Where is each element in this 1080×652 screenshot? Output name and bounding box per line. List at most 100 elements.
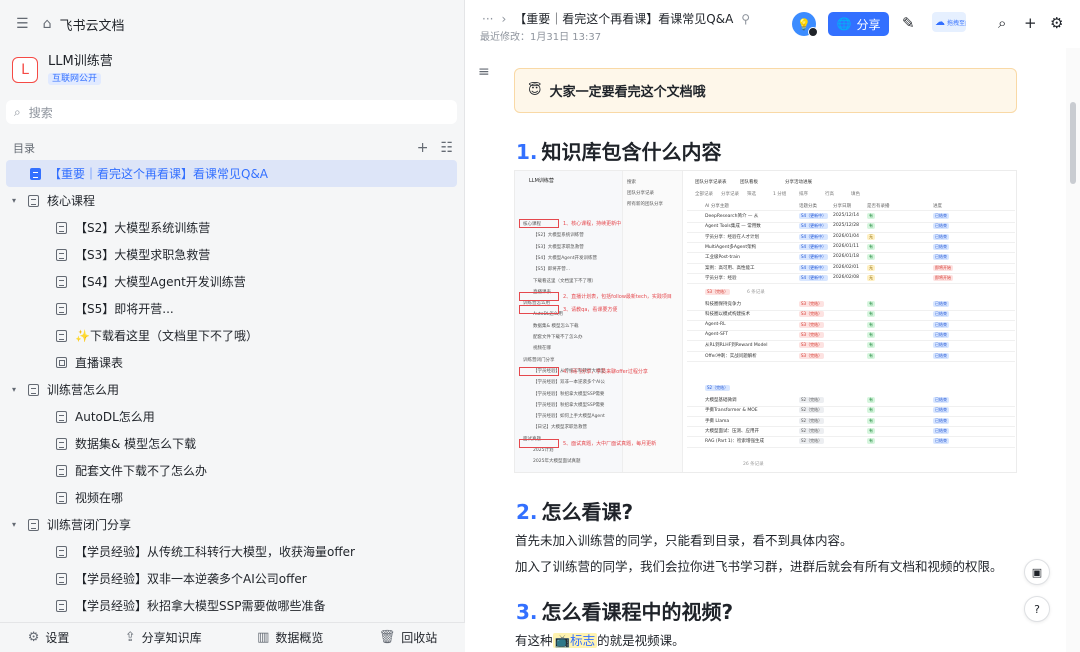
- shot-status-tag: 即将开始: [933, 274, 953, 281]
- pin-icon[interactable]: ⚲: [741, 12, 750, 26]
- sidebar-item[interactable]: ▾ 训练营怎么用: [6, 376, 457, 403]
- section-heading-2: 2. 怎么看课?: [516, 496, 633, 525]
- shot-tab: 分享活动进展: [785, 180, 812, 185]
- shot-status-tag: 已结束: [933, 223, 949, 230]
- home-link[interactable]: ⌂ 飞书云文档: [43, 15, 125, 34]
- comment-icon[interactable]: ▣: [1024, 559, 1050, 585]
- search-input[interactable]: ⌕ 搜索: [6, 100, 457, 124]
- add-icon[interactable]: +: [417, 140, 429, 156]
- shot-sidebar-row: 下载看这里（文档里下不了哦）: [533, 278, 596, 284]
- shot-table-cell: 案例：高可用、高性能工: [705, 265, 755, 271]
- sidebar-item[interactable]: 【学员经验】从传统工科转行大模型，收获海量offer: [6, 538, 457, 565]
- edit-icon[interactable]: ✎: [902, 14, 915, 32]
- sidebar-item[interactable]: 【S2】大模型系统训练营: [6, 214, 457, 241]
- shot-recording-tag: 有: [867, 243, 875, 250]
- shot-toolbar-item: 1 分组: [773, 192, 787, 197]
- sidebar-collapse-icon[interactable]: ☰: [16, 16, 29, 32]
- doc-header: ··· › 【重要｜看完这个再看课】看课常见Q&A ⚲ 最近修改：1月31日 1…: [466, 0, 1080, 48]
- heading-text: 知识库包含什么内容: [541, 140, 722, 164]
- sidebar-item[interactable]: 配套文件下载不了怎么办: [6, 457, 457, 484]
- video-mark: 📺标志: [552, 633, 598, 648]
- more-icon[interactable]: ···: [482, 12, 493, 26]
- shot-recording-tag: 有: [867, 321, 875, 328]
- shot-annotation: 4、闭门分享，学员来聊offer过程分享: [563, 369, 648, 375]
- sidebar-item[interactable]: 数据集& 模型怎么下载: [6, 430, 457, 457]
- shot-table-cell: Agent-RL: [705, 321, 726, 327]
- bottom-item-chart[interactable]: ▥ 数据概览: [257, 629, 323, 646]
- outline-icon[interactable]: ≡: [478, 64, 490, 80]
- shot-category-tag: S3（完结）: [799, 301, 825, 307]
- shot-group-count: 26 条记录: [743, 462, 764, 467]
- bottom-item-label: 设置: [45, 631, 70, 645]
- sidebar-item[interactable]: 【S3】大模型求职急救营: [6, 241, 457, 268]
- sidebar-item[interactable]: 【学员经验】双非一本逆袭多个AI公司offer: [6, 565, 457, 592]
- sidebar-item[interactable]: ▾ 训练营闭门分享: [6, 511, 457, 538]
- shot-divider: [687, 330, 1015, 332]
- shot-status-tag: 已结束: [933, 321, 949, 328]
- sidebar-item[interactable]: 【重要｜看完这个再看课】看课常见Q&A: [6, 160, 457, 187]
- caret-down-icon[interactable]: ▾: [8, 385, 20, 394]
- sidebar-item[interactable]: AutoDL怎么用: [6, 403, 457, 430]
- smile-emoji-icon: 😇: [528, 83, 542, 98]
- shot-divider: [687, 319, 1015, 321]
- shot-table-cell: 手撕 Llama: [705, 418, 730, 424]
- shot-recording-tag: 有: [867, 254, 875, 261]
- shot-sidebar-row: 【S5】即将开营...: [533, 267, 571, 273]
- document-icon: [28, 194, 39, 207]
- bottom-item-share[interactable]: ⇪ 分享知识库: [125, 629, 202, 646]
- sidebar-item[interactable]: 直播课表: [6, 349, 457, 376]
- sidebar-item[interactable]: 视频在哪: [6, 484, 457, 511]
- shot-table-cell: 科技圈保持竞争力: [705, 302, 741, 307]
- tv-emoji-icon: 📺: [554, 633, 571, 648]
- avatar[interactable]: 💡: [792, 12, 818, 37]
- document-icon: [56, 302, 67, 315]
- shot-column-header: 进度: [933, 204, 942, 209]
- sidebar-item[interactable]: 【S4】大模型Agent开发训练营: [6, 268, 457, 295]
- sidebar-item-label: 【重要｜看完这个再看课】看课常见Q&A: [49, 167, 269, 181]
- shot-date-cell: 2026/01/18: [833, 254, 859, 260]
- shot-table-cell: MultiAgent多Agent架构: [705, 244, 757, 250]
- table-icon: [56, 357, 67, 368]
- sidebar-item[interactable]: 【S5】即将开营...: [6, 295, 457, 322]
- share-button[interactable]: 🌐 分享: [828, 12, 889, 36]
- outline-settings-icon[interactable]: ☷: [440, 140, 453, 156]
- caret-down-icon[interactable]: ▾: [8, 196, 20, 205]
- scrollbar-thumb[interactable]: [1070, 102, 1076, 184]
- paragraph-3-suffix: 的就是视频课。: [597, 633, 685, 648]
- section-heading-3: 3. 怎么看课程中的视频?: [516, 596, 733, 625]
- document-icon: [56, 329, 67, 342]
- shot-category-tag: S2（完结）: [799, 427, 825, 434]
- shot-recording-tag: 有: [867, 342, 875, 349]
- shot-table-cell: RAG (Part 1)：检索增强生成: [705, 439, 765, 445]
- upload-promo[interactable]: ☁ 拖拽至此上传: [932, 12, 966, 32]
- sidebar-item[interactable]: ✨下载看这里（文档里下不了哦）: [6, 322, 457, 349]
- bottom-item-trash[interactable]: 🗑 回收站: [379, 629, 438, 646]
- bottom-item-gear[interactable]: ⚙ 设置: [28, 629, 70, 646]
- shot-sidebar-row: 【S4】大模型Agent开发训练营: [533, 255, 598, 261]
- knowledge-base-screenshot[interactable]: 团队分享记录表 团队看板 分享活动进展 全部记录 分享记录 筛选 1 分组 排序 行高 填色 AI …: [514, 170, 1017, 473]
- plus-icon[interactable]: +: [1024, 14, 1037, 32]
- shot-toolbar-item: 筛选: [747, 192, 756, 197]
- space-name: LLM训练营: [48, 54, 113, 69]
- doc-title[interactable]: 【重要｜看完这个再看课】看课常见Q&A: [514, 10, 733, 27]
- shot-sidebar-row: 【学员经验】秋招拿大模型SSP需要: [533, 402, 605, 408]
- shot-sidebar-row: 【S3】大模型求职急救营: [533, 244, 584, 250]
- caret-down-icon[interactable]: ▾: [8, 520, 20, 529]
- sidebar-item-label: 【S3】大模型求职急救营: [75, 248, 211, 262]
- shot-table-cell: 大模型面试：压测、应用开: [705, 428, 759, 434]
- sidebar-item[interactable]: 【学员经验】秋招拿大模型SSP需要做哪些准备: [6, 592, 457, 619]
- help-icon[interactable]: ?: [1024, 596, 1050, 622]
- space-header[interactable]: L LLM训练营 互联网公开: [12, 54, 113, 85]
- search-icon[interactable]: ⌕: [998, 14, 1006, 32]
- shot-recording-tag: 有: [867, 311, 875, 318]
- shot-annotation: 1、核心课程，持续更新中: [563, 221, 622, 227]
- gear-icon[interactable]: ⚙: [1050, 14, 1063, 32]
- shot-sidebar-row: 【日记】大模型求职急救营: [533, 425, 587, 431]
- sidebar-item[interactable]: ▾ 核心课程: [6, 187, 457, 214]
- share-label: 分享: [856, 17, 881, 32]
- shot-category-tag: S3（完结）: [799, 331, 825, 338]
- paragraph-3-prefix: 有这种: [515, 633, 553, 648]
- shot-table-cell: 从RL到RLHF到Reward Model: [705, 343, 768, 349]
- shot-highlight-box: [519, 292, 559, 301]
- shot-date-cell: 2026/01/04: [833, 233, 859, 239]
